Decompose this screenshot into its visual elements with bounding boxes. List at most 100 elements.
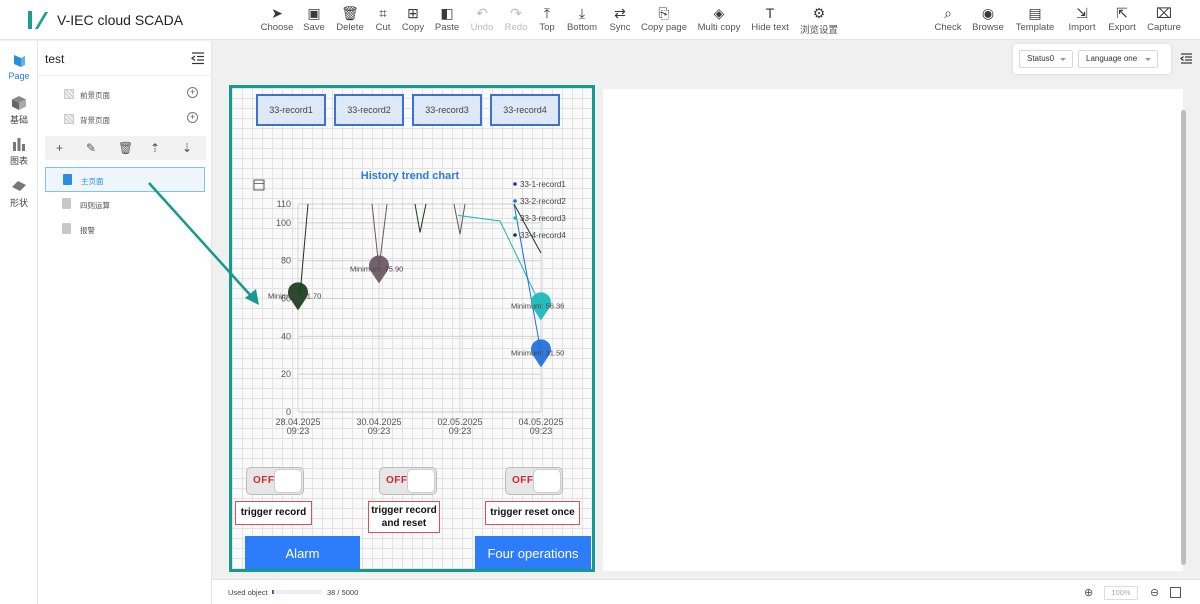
nav-chart[interactable]: 图表 (0, 136, 38, 167)
fit-screen-icon[interactable] (1170, 587, 1181, 598)
toolbar-layers-button[interactable]: ◈ Multi copy (698, 5, 741, 33)
page-doc-icon (63, 174, 72, 185)
nav-chart-label: 图表 (9, 156, 28, 166)
copy-page-icon: ⎘ (658, 5, 670, 21)
edit-page-icon[interactable]: ✎ (86, 140, 96, 156)
page-item-main[interactable]: 主页面 (45, 167, 205, 192)
legend-marker (513, 233, 517, 237)
page-item-operations[interactable]: 四则运算 (45, 192, 205, 217)
app-logo (28, 11, 48, 29)
property-panel-toggle-icon[interactable] (1180, 52, 1193, 65)
toggle-trigger-record[interactable]: OFF (246, 467, 304, 495)
toggle-state: OFF (386, 475, 408, 486)
move-up-icon[interactable]: ⇡ (150, 140, 160, 156)
layer-label: 前景页面 (80, 91, 110, 100)
series-line-record2 (513, 203, 542, 353)
layer-foreground[interactable]: 前景页面 + (38, 81, 212, 106)
page-item-label: 报警 (80, 226, 95, 235)
min-marker-label: Minimum: 75.90 (350, 264, 403, 273)
language-select[interactable]: Language one (1078, 50, 1158, 68)
toolbar-undo-button[interactable]: ↶ Undo (471, 5, 494, 33)
toolbar-copy-page-button[interactable]: ⎘ Copy page (641, 5, 687, 33)
text-icon: T (765, 5, 775, 21)
toolbar-eye-button[interactable]: ◉ Browse (972, 5, 1004, 33)
toggle-knob (274, 469, 302, 493)
legend-marker (513, 199, 517, 203)
min-marker-label: Minimum: 31.50 (511, 348, 564, 357)
toolbar-label: 浏览设置 (799, 25, 839, 36)
collapse-panel-icon[interactable] (191, 51, 205, 65)
layers-icon: ◈ (713, 5, 725, 21)
add-circle-icon[interactable]: + (187, 87, 198, 98)
design-page[interactable]: 33-record1 33-record2 33-record3 33-reco… (229, 85, 595, 572)
nav-shape[interactable]: 形状 (0, 178, 38, 209)
status-select[interactable]: Status0 (1019, 50, 1073, 68)
page-doc-icon (62, 198, 71, 209)
toggle-trigger-reset-once[interactable]: OFF (505, 467, 563, 495)
trigger-record-reset-label: trigger record and reset (368, 501, 440, 533)
four-operations-button[interactable]: Four operations (475, 536, 591, 569)
zoom-in-icon[interactable]: ⊕ (1084, 586, 1093, 599)
toolbar-template-button[interactable]: ▤ Template (1016, 5, 1055, 33)
toolbar-capture-button[interactable]: ⌧ Capture (1147, 5, 1181, 33)
toolbar-crop-button[interactable]: ⌗ Cut (376, 5, 391, 33)
nav-basic-label: 基础 (9, 115, 28, 125)
toolbar-save-button[interactable]: ▣ Save (303, 5, 325, 33)
canvas-blank-area[interactable] (603, 89, 1183, 571)
toolbar-label: Hide text (751, 22, 789, 33)
toolbar-label: Import (1068, 22, 1096, 33)
chart-title: History trend chart (361, 170, 460, 182)
toolbar-text-button[interactable]: T Hide text (751, 5, 789, 33)
y-tick-label: 20 (281, 369, 291, 379)
export-icon: ⇱ (1116, 5, 1128, 21)
top-toolbar: V-IEC cloud SCADA ➤ Choose ▣ Save 🗑 Delete ⌗ Cu… (0, 0, 1200, 40)
legend-label: 33-3-record3 (520, 214, 566, 223)
legend-marker (513, 182, 517, 186)
language-select-value: Language one (1086, 54, 1138, 63)
toolbar-trash-button[interactable]: 🗑 Delete (336, 5, 363, 33)
toolbar-sync-button[interactable]: ⇄ Sync (609, 5, 630, 33)
add-circle-icon[interactable]: + (187, 112, 198, 123)
page-item-alarm[interactable]: 报警 (45, 217, 205, 242)
toolbar-label: Export (1108, 22, 1136, 33)
used-object-label: Used object (228, 588, 268, 597)
layer-label: 背景页面 (80, 116, 110, 125)
delete-page-icon[interactable]: 🗑 (118, 140, 133, 156)
toolbar-check-zoom-button[interactable]: ⌕ Check (935, 5, 962, 33)
gear-icon: ⚙ (812, 5, 826, 21)
toolbar-gear-button[interactable]: ⚙ 浏览设置 (800, 5, 838, 36)
y-tick-label: 40 (281, 331, 291, 341)
app-title: V-IEC cloud SCADA (57, 12, 184, 28)
toolbar-paste-button[interactable]: ◧ Paste (435, 5, 459, 33)
add-page-icon[interactable]: + (56, 140, 63, 156)
toolbar-cursor-button[interactable]: ➤ Choose (261, 5, 294, 33)
project-name: test (45, 52, 65, 66)
move-down-icon[interactable]: ⇣ (182, 140, 192, 156)
status-bar: Used object 38 / 5000 ⊕ 100% ⊖ (212, 579, 1200, 604)
toolbar-bring-top-button[interactable]: ⤒ Top (539, 5, 554, 33)
redo-icon: ↷ (510, 5, 522, 21)
x-tick-label: 02.05.2025 09:23 (437, 417, 482, 436)
send-bottom-icon: ⤓ (578, 5, 586, 21)
layer-background[interactable]: 背景页面 + (38, 106, 212, 131)
toolbar-label: Choose (260, 22, 294, 33)
nav-page[interactable]: Page (0, 53, 38, 81)
toolbar-export-button[interactable]: ⇱ Export (1108, 5, 1135, 33)
crop-icon: ⌗ (379, 5, 387, 21)
chevron-down-icon (1060, 58, 1066, 61)
toolbar-send-bottom-button[interactable]: ⤓ Bottom (567, 5, 597, 33)
zoom-out-icon[interactable]: ⊖ (1150, 586, 1159, 599)
toggle-trigger-record-reset[interactable]: OFF (379, 467, 437, 495)
alarm-button[interactable]: Alarm (245, 536, 360, 569)
toolbar-import-button[interactable]: ⇲ Import (1069, 5, 1096, 33)
toolbar-copy-button[interactable]: ⊞ Copy (402, 5, 424, 33)
texture-icon (64, 114, 74, 124)
toolbar-redo-button[interactable]: ↷ Redo (505, 5, 528, 33)
nav-basic[interactable]: 基础 (0, 95, 38, 126)
history-trend-chart[interactable]: History trend chart02040608010011028.04.… (232, 88, 592, 448)
toolbar-label: Undo (470, 22, 494, 33)
legend-label: 33-2-record2 (520, 197, 566, 206)
bring-top-icon: ⤒ (543, 5, 551, 21)
used-object-progress (272, 590, 322, 594)
vertical-scrollbar[interactable] (1181, 110, 1186, 565)
